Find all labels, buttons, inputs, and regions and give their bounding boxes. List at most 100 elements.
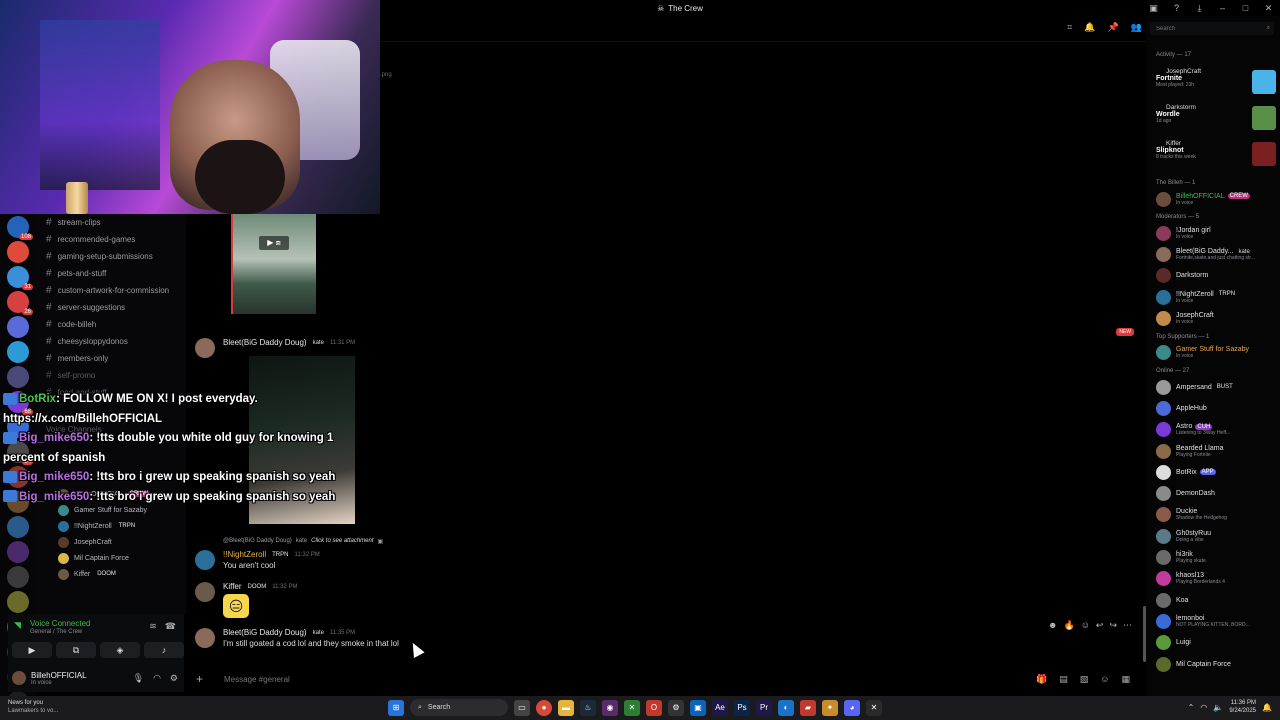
maximize-icon[interactable]: □ <box>1234 0 1257 16</box>
reply-icon[interactable]: ↩ <box>1096 620 1104 631</box>
member-item[interactable]: Gamer Stuff for Sazaby In voice <box>1156 343 1280 363</box>
member-item[interactable]: khaosl13 Playing Borderlands 4 <box>1156 569 1280 589</box>
member-item[interactable]: Mil Captain Force <box>1156 654 1280 674</box>
download-icon[interactable]: ⤓ <box>1188 0 1211 16</box>
server-icon[interactable] <box>7 341 29 363</box>
task-view-icon[interactable]: ▭ <box>514 699 530 716</box>
channel-stream-clips[interactable]: # stream-clips <box>36 214 186 231</box>
start-icon[interactable]: ⊞ <box>388 699 404 716</box>
member-item[interactable]: Ampersand BUST <box>1156 377 1280 397</box>
chevron-up-icon[interactable]: ⌃ <box>1188 703 1195 712</box>
obs-icon[interactable]: ◉ <box>602 699 618 716</box>
activity-card[interactable]: JosephCraft Fortnite Most played: 23h <box>1156 68 1276 100</box>
emoji-sticker[interactable]: 😑 <box>223 594 249 618</box>
app-icon[interactable]: ✦ <box>822 699 838 716</box>
gif-icon[interactable]: ▤ <box>1059 674 1068 685</box>
channel-cheesysloppydonos[interactable]: # cheesysloppydonos <box>36 333 186 350</box>
activity-card[interactable]: Darkstorm Wordle 1d ago <box>1156 104 1276 136</box>
message-author[interactable]: !!NightZeroll <box>223 550 266 559</box>
avatar[interactable] <box>12 671 26 685</box>
channel-recommended-games[interactable]: # recommended-games <box>36 231 186 248</box>
server-icon[interactable] <box>7 516 29 538</box>
app-icon[interactable]: ◐ <box>778 699 794 716</box>
video-attachment[interactable]: ▶ ⧈ <box>231 214 316 314</box>
forward-icon[interactable]: ↪ <box>1109 620 1117 631</box>
server-icon[interactable] <box>7 316 29 338</box>
member-item[interactable]: hi3rik Playing skate. <box>1156 548 1280 568</box>
disconnect-icon[interactable]: ☎ <box>165 621 176 632</box>
channel-members-only[interactable]: # members-only <box>36 350 186 367</box>
screen-share-button[interactable]: ⧉ <box>56 642 96 658</box>
message-author[interactable]: Bleet(BiG Daddy Doug) <box>223 628 307 637</box>
file-explorer-icon[interactable]: ▬ <box>558 699 574 716</box>
member-item[interactable]: Koa <box>1156 590 1280 610</box>
pin-icon[interactable]: 📌 <box>1108 22 1119 33</box>
voice-user[interactable]: Mil Captain Force <box>36 550 186 566</box>
message-author[interactable]: Bleet(BiG Daddy Doug) <box>223 338 307 347</box>
xbox-icon[interactable]: ✕ <box>624 699 640 716</box>
voice-user[interactable]: !!NightZeroll TRPN <box>36 518 186 534</box>
volume-icon[interactable]: 🔈 <box>1213 703 1223 712</box>
server-icon[interactable]: 26 <box>7 291 33 315</box>
camera-button[interactable]: ▶ <box>12 642 52 658</box>
emoji-icon[interactable]: ☺ <box>1100 674 1109 685</box>
avatar[interactable] <box>195 338 215 358</box>
member-item[interactable]: Bleet(BiG Daddy... kate Fortnite,skate,and… <box>1156 245 1280 265</box>
taskbar-search[interactable]: ⌕ Search <box>410 699 508 716</box>
play-icon[interactable]: ▶ ⧈ <box>259 236 289 250</box>
microphone-icon[interactable]: 🎙 <box>133 673 144 684</box>
add-reaction-icon[interactable]: ☺ <box>1081 620 1090 631</box>
member-item[interactable]: lemonboi NOT PLAYING KITTEN, BORD... <box>1156 611 1280 631</box>
app-icon[interactable]: ▣ <box>690 699 706 716</box>
inbox-icon[interactable]: ▣ <box>1142 0 1165 16</box>
noise-suppression-icon[interactable]: ≋ <box>149 621 157 632</box>
member-item[interactable]: AppleHub <box>1156 398 1280 418</box>
server-icon[interactable] <box>7 566 29 588</box>
member-item[interactable]: !Jordan girl In voice <box>1156 223 1280 243</box>
fire-reaction-icon[interactable]: 🔥 <box>1063 620 1074 631</box>
sticker-icon[interactable]: ▧ <box>1080 674 1089 685</box>
add-attachment-button[interactable]: + <box>196 672 210 686</box>
avatar[interactable] <box>195 628 215 648</box>
wifi-icon[interactable]: ◠ <box>1200 703 1207 712</box>
member-item[interactable]: Astro CUH Listening to 3Way Heff... <box>1156 420 1280 440</box>
steam-icon[interactable]: ♨ <box>580 699 596 716</box>
voice-user[interactable]: JosephCraft <box>36 534 186 550</box>
voice-user[interactable]: Kiffer DOOM <box>36 566 186 582</box>
opera-icon[interactable]: O <box>646 699 662 716</box>
app-icon[interactable]: ▰ <box>800 699 816 716</box>
member-item[interactable]: BotRix APP <box>1156 462 1280 482</box>
channel-pets-and-stuff[interactable]: # pets-and-stuff <box>36 265 186 282</box>
server-icon[interactable]: 108 <box>7 216 33 240</box>
server-icon[interactable] <box>7 541 29 563</box>
help-icon[interactable]: ? <box>1165 0 1188 16</box>
member-item[interactable]: !!NightZeroll TRPN In voice <box>1156 287 1280 307</box>
avatar[interactable] <box>195 550 215 570</box>
gift-icon[interactable]: 🎁 <box>1036 674 1047 685</box>
news-widget[interactable]: News for you Lawmakers to vo... <box>8 699 58 715</box>
channel-gaming-setup-submissions[interactable]: # gaming-setup-submissions <box>36 248 186 265</box>
channel-server-suggestions[interactable]: # server-suggestions <box>36 299 186 316</box>
photoshop-icon[interactable]: Ps <box>734 699 750 716</box>
channel-code-billeh[interactable]: # code-billeh <box>36 316 186 333</box>
voice-location[interactable]: General / The Crew <box>30 629 82 635</box>
premiere-icon[interactable]: Pr <box>756 699 772 716</box>
clock[interactable]: 11:36 PM 9/24/2025 <box>1229 699 1256 715</box>
member-item[interactable]: Duckie Shadow the Hedgehog <box>1156 505 1280 525</box>
server-icon[interactable] <box>7 591 29 613</box>
notification-bell-icon[interactable]: 🔔 <box>1262 703 1272 712</box>
message-author[interactable]: Kiffer <box>223 582 242 591</box>
app-icon[interactable]: ✕ <box>866 699 882 716</box>
member-list-icon[interactable]: 👥 <box>1131 22 1142 33</box>
settings-icon[interactable]: ⚙ <box>170 673 178 684</box>
soundboard-button[interactable]: ♪ <box>144 642 184 658</box>
threads-icon[interactable]: ⌗ <box>1067 22 1072 33</box>
search-icon[interactable]: ⌕ <box>1267 25 1274 32</box>
member-item[interactable]: Gh0styRuu Doing a vibe <box>1156 526 1280 546</box>
server-icon[interactable] <box>7 241 29 263</box>
member-item[interactable]: BillehOFFICIAL CREW In voice <box>1156 189 1280 209</box>
message-input[interactable] <box>224 674 924 684</box>
member-item[interactable]: Luigi <box>1156 633 1280 653</box>
chrome-icon[interactable]: ● <box>536 699 552 716</box>
apps-icon[interactable]: ▦ <box>1121 674 1130 685</box>
